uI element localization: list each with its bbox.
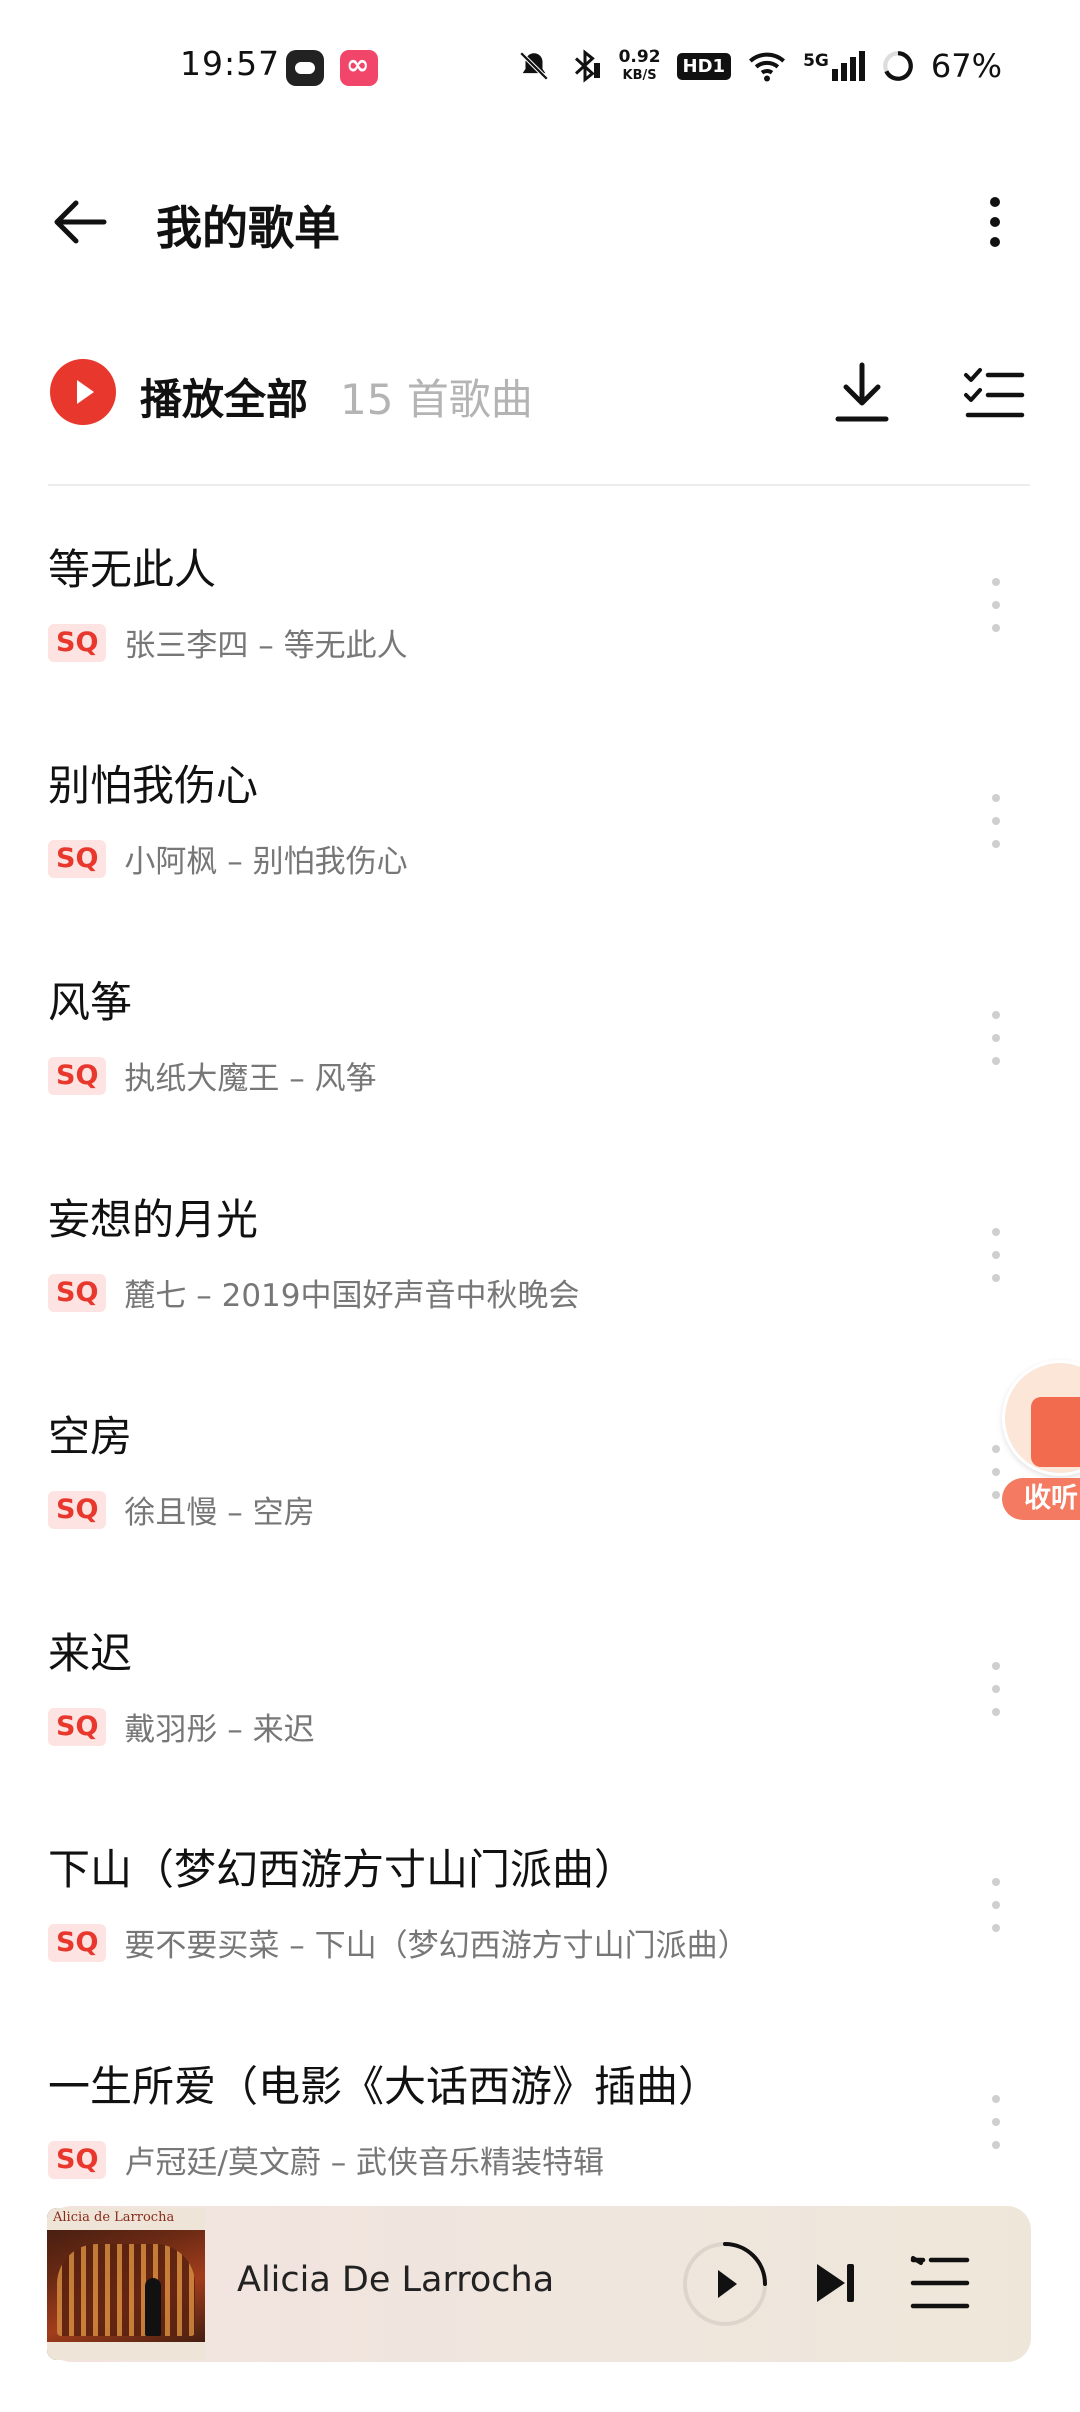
multi-select-button[interactable] xyxy=(962,363,1026,423)
song-title: 来迟 xyxy=(48,1629,133,1678)
song-meta: SQ 徐且慢 – 空房 xyxy=(48,1487,315,1532)
checklist-icon xyxy=(964,368,1025,418)
app-notification-icon-2 xyxy=(340,48,378,86)
album-art[interactable]: Alicia de Larrocha xyxy=(47,2208,205,2360)
play-all-button[interactable] xyxy=(50,359,116,425)
song-meta: SQ 小阿枫 – 别怕我伤心 xyxy=(48,836,408,881)
song-artist-album: 麓七 – 2019中国好声音中秋晚会 xyxy=(124,1278,580,1314)
play-icon xyxy=(77,380,94,404)
song-count: 15 首歌曲 xyxy=(340,375,533,424)
status-bar: 19:57 0.92 KB/S HD1 5G xyxy=(0,0,1080,130)
battery-percent: 67% xyxy=(930,47,1002,85)
next-track-button[interactable] xyxy=(805,2252,867,2314)
sq-quality-badge: SQ xyxy=(48,1273,107,1312)
song-row[interactable]: 风筝 SQ 执纸大魔王 – 风筝 xyxy=(0,933,1080,1149)
sq-quality-badge: SQ xyxy=(48,839,107,878)
sq-quality-badge: SQ xyxy=(48,1056,107,1095)
mini-player[interactable]: Alicia de Larrocha Alicia De Larrocha xyxy=(47,2206,1031,2362)
net-speed-value: 0.92 xyxy=(618,46,661,67)
song-row[interactable]: 下山（梦幻西游方寸山门派曲） SQ 要不要买菜 – 下山（梦幻西游方寸山门派曲） xyxy=(0,1800,1080,2016)
red-envelope-icon xyxy=(1031,1397,1080,1467)
album-art-arch xyxy=(57,2244,195,2336)
song-row[interactable]: 空房 SQ 徐且慢 – 空房 xyxy=(0,1367,1080,1583)
song-more-button[interactable] xyxy=(975,786,1015,856)
hd-icon: HD1 xyxy=(676,52,732,80)
song-row[interactable]: 妄想的月光 SQ 麓七 – 2019中国好声音中秋晚会 xyxy=(0,1150,1080,1366)
skip-next-icon xyxy=(817,2264,854,2302)
play-all-label[interactable]: 播放全部 xyxy=(140,366,308,427)
album-art-band-bottom xyxy=(47,2342,205,2360)
song-meta: SQ 卢冠廷/莫文蔚 – 武侠音乐精装特辑 xyxy=(48,2137,604,2182)
song-row[interactable]: 一生所爱（电影《大话西游》插曲） SQ 卢冠廷/莫文蔚 – 武侠音乐精装特辑 xyxy=(0,2017,1080,2233)
status-icons: 0.92 KB/S HD1 5G 67% xyxy=(517,40,1002,92)
song-title: 下山（梦幻西游方寸山门派曲） xyxy=(48,1845,637,1894)
playlist-queue-button[interactable] xyxy=(907,2252,973,2314)
song-artist-album: 执纸大魔王 – 风筝 xyxy=(124,1061,377,1097)
song-title: 风筝 xyxy=(48,978,133,1027)
mute-bell-icon xyxy=(519,51,548,81)
song-row[interactable]: 等无此人 SQ 张三李四 – 等无此人 xyxy=(0,500,1080,716)
song-artist-album: 小阿枫 – 别怕我伤心 xyxy=(124,844,408,880)
red-packet-circle xyxy=(1002,1360,1080,1476)
play-all-bar: 播放全部 15 首歌曲 xyxy=(0,345,1080,445)
album-art-text: Alicia de Larrocha xyxy=(53,2210,175,2225)
back-arrow-icon xyxy=(54,200,107,244)
song-title: 等无此人 xyxy=(48,545,217,594)
more-options-button[interactable] xyxy=(975,192,1015,252)
queue-list-icon xyxy=(910,2256,970,2309)
page-title: 我的歌单 xyxy=(156,201,340,255)
song-artist-album: 张三李四 – 等无此人 xyxy=(124,628,408,664)
play-progress-icon xyxy=(683,2242,767,2326)
song-row[interactable]: 来迟 SQ 戴羽彤 – 来迟 xyxy=(0,1584,1080,1800)
battery-ring-icon xyxy=(883,51,913,81)
sq-quality-badge: SQ xyxy=(48,2140,107,2179)
album-art-figure xyxy=(145,2278,161,2336)
vertical-dots-icon xyxy=(990,197,1000,247)
song-title: 空房 xyxy=(48,1412,133,1461)
song-artist-album: 戴羽彤 – 来迟 xyxy=(124,1712,315,1748)
back-button[interactable] xyxy=(48,192,118,252)
bluetooth-icon xyxy=(574,49,600,83)
song-meta: SQ 要不要买菜 – 下山（梦幻西游方寸山门派曲） xyxy=(48,1920,749,1965)
network-speed: 0.92 KB/S xyxy=(618,46,661,84)
download-icon xyxy=(835,362,889,422)
song-more-button[interactable] xyxy=(975,1220,1015,1290)
wifi-icon xyxy=(749,52,786,82)
song-meta: SQ 戴羽彤 – 来迟 xyxy=(48,1704,315,1749)
sq-quality-badge: SQ xyxy=(48,1923,107,1962)
sq-quality-badge: SQ xyxy=(48,1707,107,1746)
song-title: 别怕我伤心 xyxy=(48,761,259,810)
album-art-band: Alicia de Larrocha xyxy=(47,2208,205,2230)
now-playing-title: Alicia De Larrocha xyxy=(237,2260,555,2300)
mini-play-button[interactable] xyxy=(677,2236,773,2332)
song-row[interactable]: 别怕我伤心 SQ 小阿枫 – 别怕我伤心 xyxy=(0,716,1080,932)
song-more-button[interactable] xyxy=(975,570,1015,640)
red-packet-label: 收听 xyxy=(1002,1478,1080,1520)
signal-5g-icon: 5G xyxy=(803,51,865,81)
download-button[interactable] xyxy=(832,359,892,425)
red-packet-float-widget[interactable]: 收听 xyxy=(1002,1360,1080,1530)
song-artist-album: 卢冠廷/莫文蔚 – 武侠音乐精装特辑 xyxy=(124,2145,605,2181)
signal-label: 5G xyxy=(803,51,829,71)
sq-quality-badge: SQ xyxy=(48,623,107,662)
song-meta: SQ 麓七 – 2019中国好声音中秋晚会 xyxy=(48,1270,580,1315)
song-more-button[interactable] xyxy=(975,1654,1015,1724)
song-more-button[interactable] xyxy=(975,1870,1015,1940)
song-more-button[interactable] xyxy=(975,1003,1015,1073)
song-artist-album: 徐且慢 – 空房 xyxy=(124,1495,315,1531)
song-meta: SQ 执纸大魔王 – 风筝 xyxy=(48,1053,377,1098)
song-title: 妄想的月光 xyxy=(48,1195,259,1244)
song-artist-album: 要不要买菜 – 下山（梦幻西游方寸山门派曲） xyxy=(124,1928,749,1964)
net-speed-unit: KB/S xyxy=(622,67,657,83)
song-title: 一生所爱（电影《大话西游》插曲） xyxy=(48,2062,721,2111)
song-meta: SQ 张三李四 – 等无此人 xyxy=(48,620,408,665)
app-notification-icon xyxy=(286,50,324,86)
divider xyxy=(48,484,1030,486)
status-time: 19:57 xyxy=(180,44,281,83)
sq-quality-badge: SQ xyxy=(48,1490,107,1529)
song-more-button[interactable] xyxy=(975,2087,1015,2157)
app-header: 我的歌单 xyxy=(0,170,1080,270)
